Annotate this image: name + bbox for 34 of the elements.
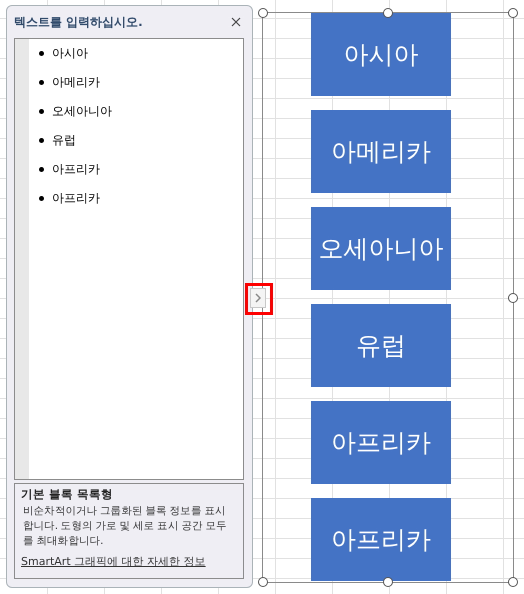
description-text: 비순차적이거나 그룹화된 블록 정보를 표시합니다. 도형의 가로 및 세로 표시 공간 모두를 최대화합니다. xyxy=(22,504,228,549)
description-heading: 기본 블록 목록형 xyxy=(21,487,114,502)
list-block[interactable]: 아프리카 xyxy=(311,498,451,581)
text-list-box[interactable]: 아시아 아메리카 오세아니아 유럽 아프리카 아프리카 xyxy=(14,38,244,480)
list-block[interactable]: 아메리카 xyxy=(311,110,451,193)
pane-toggle-button[interactable] xyxy=(250,288,266,308)
bullet-icon xyxy=(39,80,44,84)
resize-handle[interactable] xyxy=(508,577,518,587)
close-icon xyxy=(231,17,241,27)
info-link[interactable]: SmartArt 그래픽에 대한 자세한 정보 xyxy=(21,554,237,569)
list-block[interactable]: 유럽 xyxy=(311,304,451,387)
resize-handle[interactable] xyxy=(258,8,268,18)
list-item-text[interactable]: 아시아 xyxy=(52,44,88,62)
list-item-text[interactable]: 아프리카 xyxy=(52,190,100,206)
pane-title: 텍스트를 입력하십시오. xyxy=(14,14,143,30)
list-item-text[interactable]: 유럽 xyxy=(52,132,76,148)
resize-handle[interactable] xyxy=(383,577,393,587)
bullet-icon xyxy=(39,196,44,200)
list-item-text[interactable]: 아프리카 xyxy=(52,160,100,178)
list-item-text[interactable]: 오세아니아 xyxy=(52,102,112,120)
bullet-icon xyxy=(39,138,44,142)
chevron-icon xyxy=(255,293,261,303)
resize-handle[interactable] xyxy=(383,8,393,18)
list-block[interactable]: 오세아니아 xyxy=(311,207,451,290)
resize-handle[interactable] xyxy=(258,577,268,587)
list-block[interactable]: 아프리카 xyxy=(311,401,451,484)
resize-handle[interactable] xyxy=(508,292,518,302)
highlight-frame xyxy=(245,283,273,315)
resize-handle[interactable] xyxy=(508,8,518,18)
list-item-text[interactable]: 아메리카 xyxy=(52,74,100,90)
bullet-icon xyxy=(39,166,44,172)
bullet-icon xyxy=(39,108,44,114)
list-block[interactable]: 아시아 xyxy=(311,13,451,96)
bullet-icon xyxy=(39,50,44,56)
